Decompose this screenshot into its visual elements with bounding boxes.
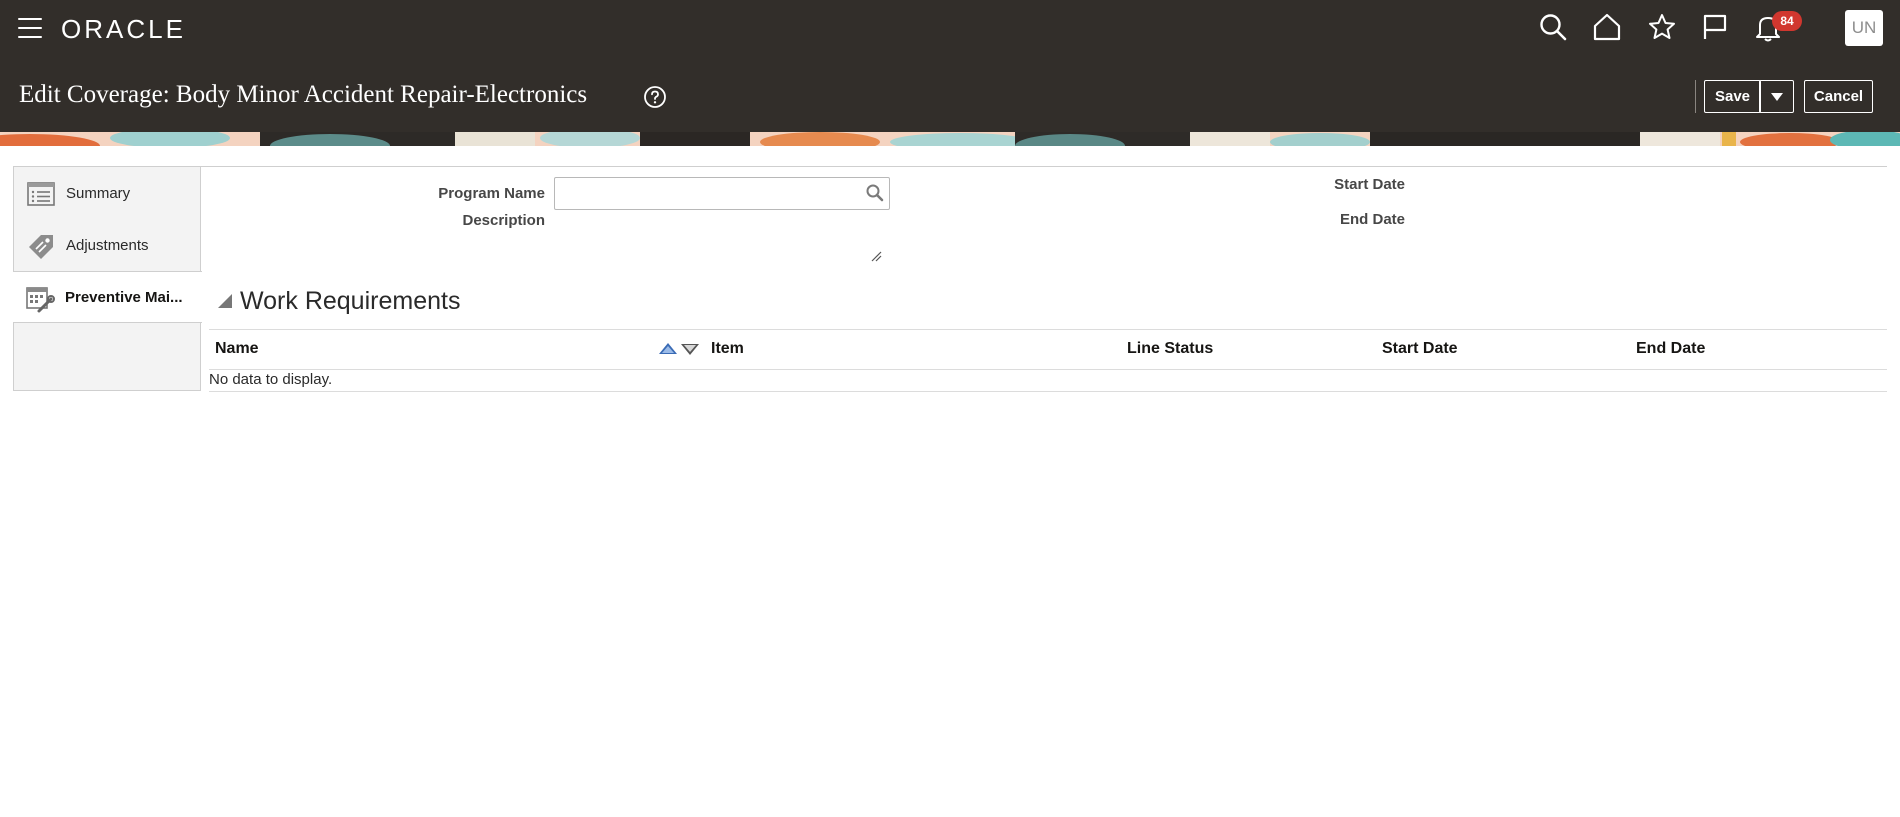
sidebar-item-preventive-maintenance[interactable]: Preventive Mai... [13, 271, 202, 323]
end-date-label: End Date [1339, 211, 1405, 228]
user-avatar[interactable]: UN [1845, 10, 1883, 46]
watchlist-flag-icon[interactable] [1700, 12, 1730, 42]
column-header-end-date[interactable]: End Date [1636, 340, 1705, 358]
program-name-input[interactable] [555, 178, 861, 207]
notification-count-badge: 84 [1772, 11, 1802, 31]
oracle-logo[interactable]: ORACLE [61, 14, 186, 45]
table-header-divider [209, 369, 1887, 370]
sidebar-item-label: Preventive Mai... [65, 289, 183, 306]
save-options-button[interactable] [1759, 80, 1794, 113]
sidebar-item-label: Adjustments [66, 237, 149, 254]
tag-icon [26, 231, 56, 261]
column-header-line-status[interactable]: Line Status [1127, 340, 1213, 358]
column-header-name[interactable]: Name [215, 340, 259, 358]
resize-handle-icon[interactable] [870, 249, 882, 262]
decorative-banner [0, 132, 1900, 146]
page-title: Edit Coverage: Body Minor Accident Repai… [19, 81, 588, 108]
chevron-down-icon [1770, 93, 1783, 101]
side-panel: Summary Adjustments Preventive Mai... [13, 166, 202, 391]
sidebar-item-adjustments[interactable]: Adjustments [14, 219, 202, 271]
favorites-star-icon[interactable] [1647, 12, 1677, 42]
cancel-button[interactable]: Cancel [1804, 80, 1873, 113]
save-button[interactable]: Save [1704, 80, 1761, 113]
calendar-wrench-icon [25, 284, 55, 314]
hamburger-menu-icon[interactable] [18, 18, 42, 38]
empty-table-message: No data to display. [209, 371, 333, 388]
search-icon[interactable] [865, 183, 885, 203]
section-title-work-requirements: Work Requirements [240, 287, 461, 315]
search-icon[interactable] [1538, 12, 1568, 42]
header-divider [1695, 80, 1696, 113]
column-header-item[interactable]: Item [711, 340, 744, 358]
list-icon [26, 179, 56, 209]
content-divider [13, 166, 1887, 167]
column-header-start-date[interactable]: Start Date [1382, 340, 1458, 358]
sidebar-item-summary[interactable]: Summary [14, 167, 202, 219]
section-collapse-icon[interactable] [218, 294, 232, 308]
table-top-border [209, 329, 1887, 330]
sort-descending-icon[interactable] [681, 344, 699, 355]
home-icon[interactable] [1592, 12, 1622, 42]
start-date-label: Start Date [1334, 176, 1405, 193]
description-label: Description [462, 212, 545, 229]
program-name-field[interactable] [554, 177, 890, 210]
table-bottom-border [209, 391, 1887, 392]
sidebar-item-label: Summary [66, 185, 131, 202]
help-icon[interactable] [643, 85, 667, 109]
global-header: ORACLE 84 UN Edit Coverage: Body Minor A… [0, 0, 1900, 132]
sort-ascending-icon[interactable] [659, 343, 677, 354]
program-name-label: Program Name [438, 185, 545, 202]
